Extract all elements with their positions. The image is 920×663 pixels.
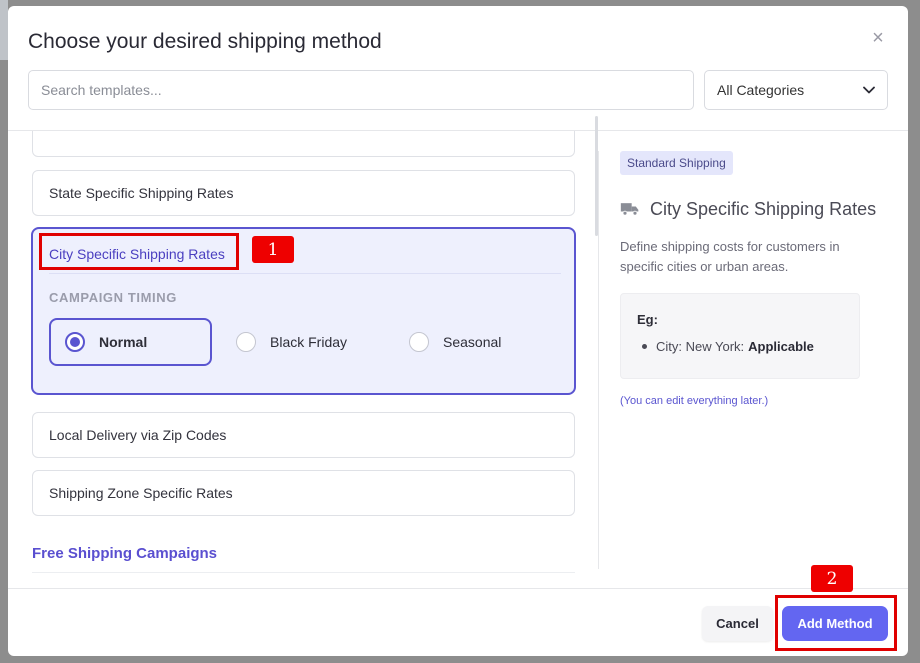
detail-title: City Specific Shipping Rates [650,199,877,219]
dialog-title: Choose your desired shipping method [28,30,382,53]
divider [49,273,561,274]
option-label: Local Delivery via Zip Codes [49,427,227,443]
radio-black-friday[interactable]: Black Friday [222,318,385,366]
background-page-edge [0,0,8,60]
pane-divider [598,151,599,569]
footer-divider [8,588,908,589]
radio-checked-icon [65,332,85,352]
example-key: City: New York: [656,339,745,354]
option-state-specific[interactable]: State Specific Shipping Rates [32,170,575,216]
search-input[interactable] [28,70,694,110]
example-label: Eg: [637,312,658,327]
shipping-method-dialog: Choose your desired shipping method × Al… [8,6,908,656]
option-label: State Specific Shipping Rates [49,185,234,201]
section-heading-free-shipping: Free Shipping Campaigns [32,545,218,562]
option-label: Shipping Zone Specific Rates [49,485,233,501]
example-box: Eg: City: New York: Applicable [620,293,860,379]
radio-label: Black Friday [270,334,348,350]
radio-label: Seasonal [443,334,502,350]
bullet-icon [642,344,647,349]
edit-note: (You can edit everything later.) [620,395,769,407]
detail-heading: City Specific Shipping Rates [620,195,890,223]
radio-label: Normal [99,334,148,350]
option-local-delivery[interactable]: Local Delivery via Zip Codes [32,412,575,458]
annotation-marker-1: 1 [252,236,294,263]
option-shipping-zone[interactable]: Shipping Zone Specific Rates [32,470,575,516]
annotation-highlight-1 [39,233,239,270]
radio-seasonal[interactable]: Seasonal [395,318,558,366]
chevron-down-icon [863,86,875,94]
cancel-button[interactable]: Cancel [702,606,773,641]
method-list: State Specific Shipping Rates City Speci… [8,131,598,588]
close-icon[interactable]: × [868,28,888,48]
divider [32,572,575,573]
annotation-highlight-2 [775,595,897,651]
example-item: City: New York: Applicable [637,339,843,354]
truck-icon [620,203,639,216]
category-badge: Standard Shipping [620,151,733,175]
category-select-value: All Categories [717,82,805,98]
annotation-marker-2: 2 [811,565,853,592]
detail-description: Define shipping costs for customers in s… [620,239,840,274]
campaign-timing-label: CAMPAIGN TIMING [49,290,177,305]
radio-unchecked-icon [236,332,256,352]
category-select[interactable]: All Categories [704,70,888,110]
example-value: Applicable [748,339,814,354]
radio-normal[interactable]: Normal [49,318,212,366]
list-item[interactable] [32,131,575,157]
radio-unchecked-icon [409,332,429,352]
method-detail-panel: Standard Shipping City Specific Shipping… [620,151,890,407]
